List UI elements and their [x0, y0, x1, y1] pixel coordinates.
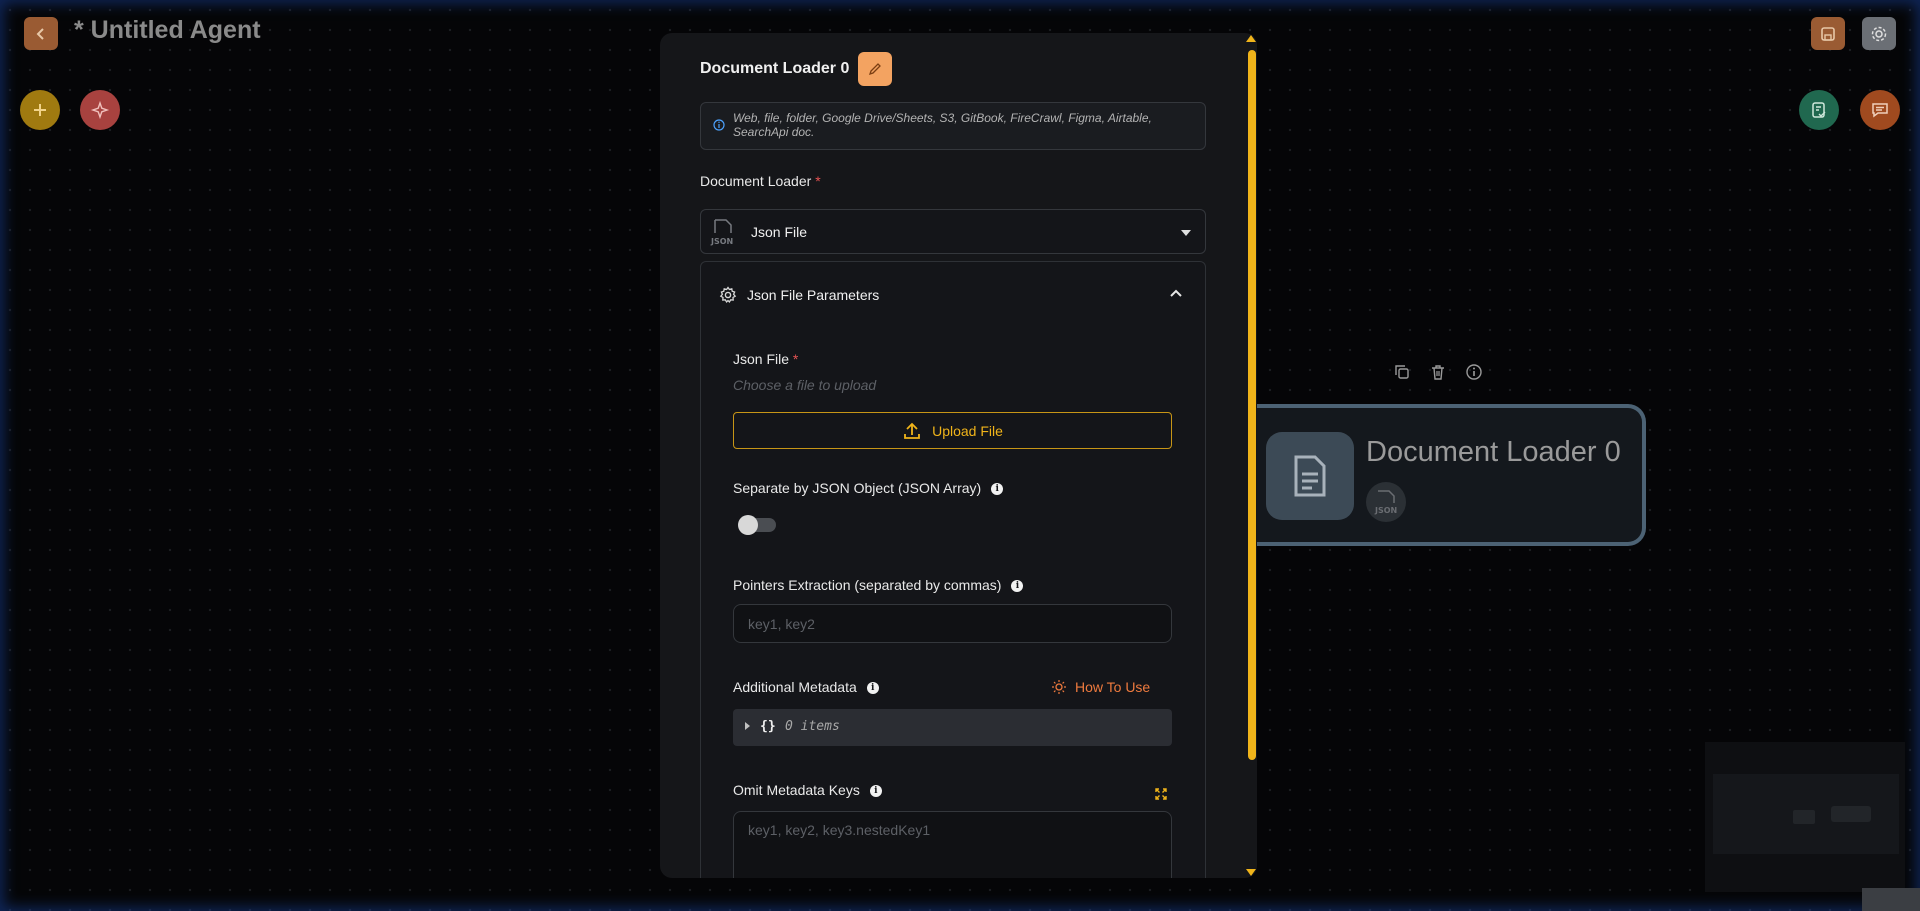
json-item-count: 0 items	[785, 719, 840, 734]
svg-text:JSON: JSON	[710, 237, 733, 246]
back-button[interactable]	[24, 17, 58, 50]
pointers-extraction-field[interactable]	[734, 605, 1171, 642]
generate-agent-button[interactable]	[80, 90, 120, 130]
json-file-icon: JSON	[710, 219, 733, 246]
minimap-node	[1793, 810, 1815, 824]
info-icon	[713, 119, 725, 131]
scroll-down-arrow[interactable]	[1246, 869, 1256, 876]
document-loader-select[interactable]: JSON Json File	[700, 209, 1206, 254]
scroll-up-arrow[interactable]	[1246, 35, 1256, 42]
plus-icon	[34, 104, 46, 116]
minimap-node	[1831, 806, 1871, 822]
gear-icon	[1871, 26, 1887, 41]
upload-icon	[904, 422, 920, 439]
lightbulb-icon	[1052, 680, 1066, 694]
parameters-title: Json File Parameters	[747, 287, 880, 303]
save-button[interactable]	[1811, 17, 1845, 50]
separate-json-label: Separate by JSON Object (JSON Array) i	[733, 480, 1004, 496]
expand-icon[interactable]	[1154, 787, 1168, 801]
required-mark: *	[815, 173, 821, 189]
document-icon	[1294, 455, 1326, 497]
info-icon[interactable]: i	[869, 785, 882, 798]
minimap[interactable]	[1705, 742, 1905, 892]
required-mark: *	[792, 351, 799, 367]
separate-json-toggle[interactable]	[738, 515, 776, 535]
omit-metadata-keys-label: Omit Metadata Keys i	[733, 782, 882, 798]
node-description-box: Web, file, folder, Google Drive/Sheets, …	[700, 102, 1206, 150]
node-icon-container	[1266, 432, 1354, 520]
parameters-accordion-header[interactable]: Json File Parameters	[719, 286, 879, 304]
json-file-icon: JSON	[1366, 482, 1406, 522]
save-icon	[1821, 26, 1835, 41]
edit-name-button[interactable]	[858, 52, 893, 86]
checklist-icon	[1812, 102, 1826, 118]
attribution-box	[1862, 888, 1920, 911]
additional-metadata-json-editor[interactable]: {} 0 items	[733, 709, 1172, 746]
document-loader-label: Document Loader *	[700, 173, 821, 189]
pencil-icon	[869, 63, 882, 76]
pointers-extraction-label: Pointers Extraction (separated by commas…	[733, 577, 1024, 593]
message-icon	[1872, 103, 1888, 118]
how-to-use-label: How To Use	[1075, 679, 1151, 695]
node-description: Web, file, folder, Google Drive/Sheets, …	[733, 111, 1152, 139]
omit-metadata-keys-input[interactable]	[733, 811, 1172, 878]
add-node-button[interactable]	[20, 90, 60, 130]
selected-loader: Json File	[751, 224, 808, 240]
sparkle-icon	[90, 100, 110, 120]
pointers-extraction-input[interactable]	[733, 604, 1172, 643]
chevron-up-icon[interactable]	[1169, 288, 1183, 298]
node-toolbar	[1393, 363, 1483, 381]
additional-metadata-label: Additional Metadata i	[733, 679, 879, 695]
how-to-use-button[interactable]: How To Use	[1051, 679, 1150, 695]
node-title: Document Loader 0	[1366, 436, 1621, 468]
omit-metadata-keys-field[interactable]	[734, 812, 1171, 878]
gear-icon	[719, 286, 737, 304]
info-icon[interactable]: i	[991, 483, 1004, 496]
json-brace: {}	[760, 719, 776, 734]
info-icon[interactable]: i	[866, 682, 879, 695]
document-loader-node[interactable]: Document Loader 0 JSON	[1252, 404, 1646, 546]
info-circle-icon[interactable]	[1465, 363, 1483, 381]
validate-button[interactable]	[1799, 90, 1839, 130]
caret-down-icon	[1181, 230, 1191, 236]
trash-icon[interactable]	[1429, 363, 1447, 381]
copy-icon[interactable]	[1393, 363, 1411, 381]
upload-file-button[interactable]: Upload File	[733, 412, 1172, 449]
toggle-knob	[738, 515, 758, 535]
info-icon[interactable]: i	[1011, 580, 1024, 593]
panel-scrollbar[interactable]	[1248, 50, 1256, 760]
svg-text:JSON: JSON	[1374, 506, 1397, 515]
node-edit-panel: Document Loader 0 Web, file, folder, Goo…	[660, 33, 1257, 878]
chat-button[interactable]	[1860, 90, 1900, 130]
panel-title: Document Loader 0	[700, 60, 850, 77]
upload-file-label: Upload File	[932, 422, 1003, 439]
settings-button[interactable]	[1862, 17, 1896, 50]
caret-right-icon[interactable]	[745, 722, 750, 730]
agent-title[interactable]: * Untitled Agent	[74, 16, 261, 45]
json-file-label: Json File *	[733, 351, 799, 367]
json-file-placeholder: Choose a file to upload	[733, 377, 877, 393]
chevron-left-icon	[36, 27, 44, 40]
